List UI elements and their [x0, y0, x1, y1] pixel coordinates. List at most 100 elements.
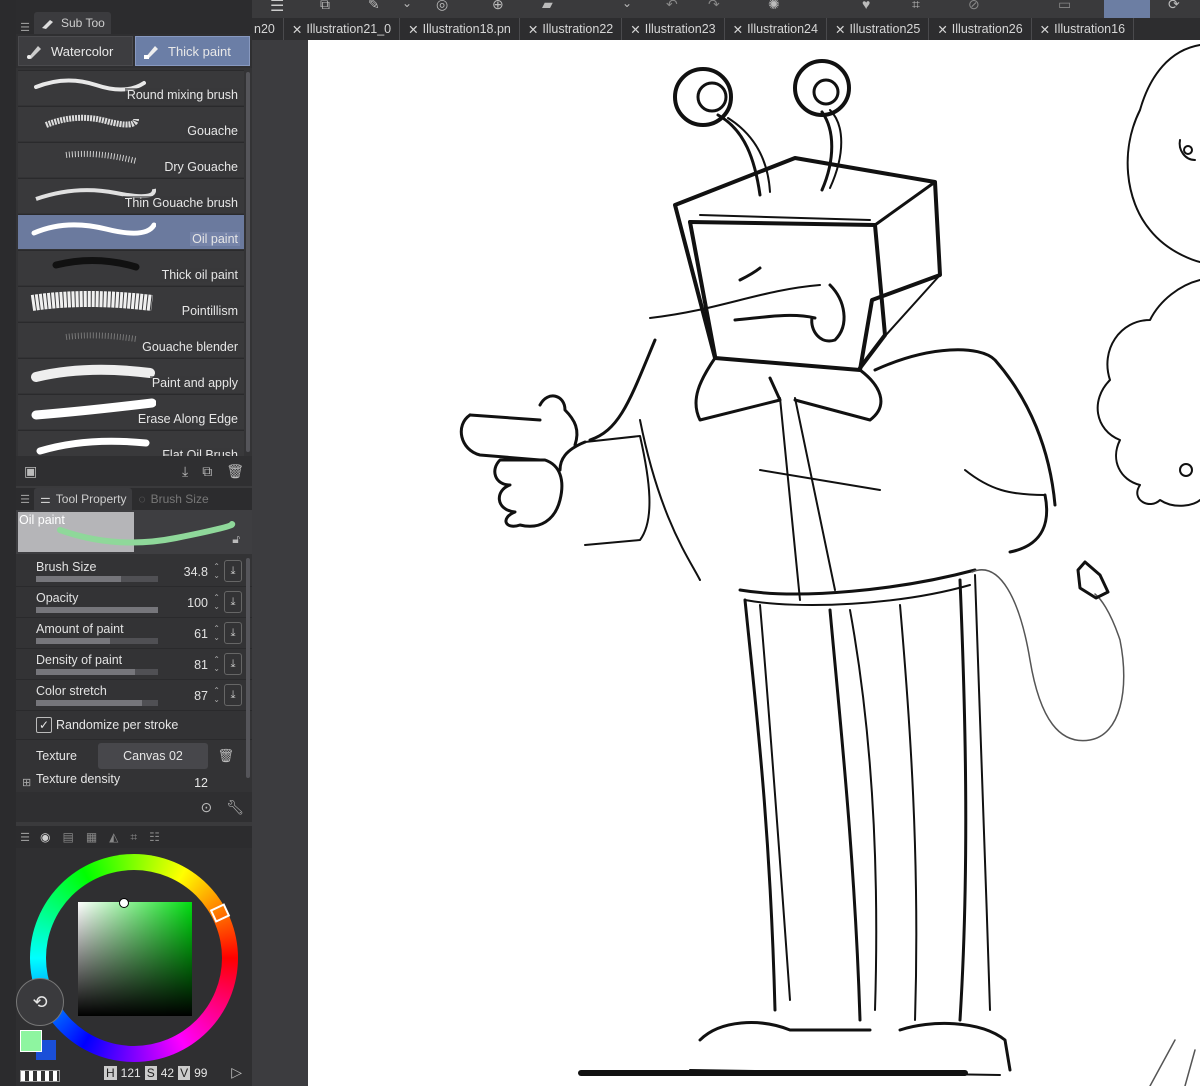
ruler-icon[interactable]: ⊘: [968, 0, 980, 13]
pressure-toggle-icon[interactable]: ⤓: [224, 653, 242, 675]
brush-item[interactable]: Gouache: [18, 106, 244, 141]
close-icon[interactable]: ✕: [292, 22, 302, 37]
close-icon[interactable]: ✕: [1040, 22, 1050, 37]
expand-icon[interactable]: ⊞: [22, 776, 31, 789]
brush-item-selected[interactable]: Oil paint: [18, 214, 244, 249]
property-value[interactable]: 87: [194, 689, 208, 703]
edit-icon[interactable]: ✎: [368, 0, 380, 13]
sub-tool-settings-icon[interactable]: ▣: [24, 463, 37, 480]
color-history-tab-icon[interactable]: ◭: [109, 830, 118, 844]
main-color-swatch[interactable]: [20, 1030, 42, 1052]
property-slider[interactable]: [36, 576, 158, 582]
document-tab[interactable]: ✕ Illustration18.pn: [400, 18, 520, 40]
category-thick-paint-button[interactable]: Thick paint: [135, 36, 250, 66]
tab-sub-tool[interactable]: Sub Too: [34, 12, 111, 34]
property-value[interactable]: 81: [194, 658, 208, 672]
drawing-canvas[interactable]: [308, 40, 1200, 1086]
tab-tool-property[interactable]: ⚌ Tool Property: [34, 488, 133, 510]
duplicate-icon[interactable]: ⧉: [202, 463, 212, 480]
heart-icon[interactable]: ♥: [862, 0, 870, 12]
brush-item[interactable]: Thin Gouache brush: [18, 178, 244, 213]
sv-picker-handle[interactable]: [119, 898, 129, 908]
property-slider[interactable]: [36, 700, 158, 706]
pressure-toggle-icon[interactable]: ⤓: [224, 684, 242, 706]
document-tab[interactable]: ✕ Illustration26: [929, 18, 1032, 40]
close-icon[interactable]: ✕: [408, 22, 418, 37]
brush-item[interactable]: Erase Along Edge: [18, 394, 244, 429]
add-layer-icon[interactable]: ⊕: [492, 0, 504, 13]
stepper-arrows-icon[interactable]: ⌃ ⌄: [213, 562, 220, 580]
document-tab[interactable]: ✕ Illustration24: [725, 18, 827, 40]
texture-trash-icon[interactable]: 🗑: [217, 748, 234, 764]
reset-icon[interactable]: ⊙: [200, 799, 212, 816]
snap-icon[interactable]: ▭: [1058, 0, 1071, 13]
saturation-value-square[interactable]: [78, 898, 192, 1016]
brush-item[interactable]: Thick oil paint: [18, 250, 244, 285]
texture-density-value[interactable]: 12: [194, 776, 208, 790]
close-icon[interactable]: ✕: [630, 22, 640, 37]
panel-menu-icon[interactable]: ☰: [16, 21, 34, 34]
menu-icon[interactable]: ☰: [270, 0, 284, 16]
selection-tool-button[interactable]: [1104, 0, 1150, 18]
property-slider[interactable]: [36, 669, 158, 675]
intermediate-color-tab-icon[interactable]: ⌗: [130, 830, 137, 845]
property-scrollbar[interactable]: [246, 558, 250, 778]
play-icon[interactable]: ▷: [231, 1064, 242, 1081]
trash-icon[interactable]: 🗑: [226, 463, 244, 480]
stepper-arrows-icon[interactable]: ⌃ ⌄: [213, 624, 220, 642]
lock-icon[interactable]: 🔓︎: [232, 532, 240, 547]
brush-item[interactable]: Pointillism: [18, 286, 244, 321]
panel-menu-icon[interactable]: ☰: [16, 831, 34, 844]
property-slider[interactable]: [36, 607, 158, 613]
stepper-arrows-icon[interactable]: ⌃ ⌄: [213, 655, 220, 673]
brush-item[interactable]: Paint and apply: [18, 358, 244, 393]
pressure-toggle-icon[interactable]: ⤓: [224, 560, 242, 582]
approx-color-tab-icon[interactable]: ☷: [149, 830, 160, 844]
color-wheel-tab-icon[interactable]: ◉: [40, 830, 50, 844]
pressure-toggle-icon[interactable]: ⤓: [224, 591, 242, 613]
chevron-down-icon-2[interactable]: ⌄: [622, 0, 632, 10]
brush-item[interactable]: Gouache blender: [18, 322, 244, 357]
property-value[interactable]: 34.8: [184, 565, 208, 579]
tab-brush-size[interactable]: ◌ Brush Size: [132, 488, 215, 510]
brush-list-scrollbar[interactable]: [246, 72, 250, 452]
texture-select[interactable]: Canvas 02: [98, 743, 208, 769]
save-icon[interactable]: ◎: [436, 0, 448, 13]
brush-item[interactable]: Dry Gouache: [18, 142, 244, 177]
close-icon[interactable]: ✕: [835, 22, 845, 37]
document-tab[interactable]: ✕ Illustration25: [827, 18, 930, 40]
brush-category-row: Watercolor Thick paint: [16, 34, 252, 68]
document-tab[interactable]: ✕ Illustration22: [520, 18, 623, 40]
brush-item[interactable]: Round mixing brush: [18, 70, 244, 105]
property-value[interactable]: 100: [187, 596, 208, 610]
transparent-color-swatch[interactable]: [20, 1070, 60, 1082]
close-icon[interactable]: ✕: [733, 22, 743, 37]
property-slider[interactable]: [36, 638, 158, 644]
transform-icon[interactable]: ⌗: [912, 0, 920, 13]
category-watercolor-button[interactable]: Watercolor: [18, 36, 133, 66]
new-icon[interactable]: ⧉: [320, 0, 330, 13]
rotate-icon[interactable]: ⟳: [1168, 0, 1180, 13]
redo-icon[interactable]: ↷: [708, 0, 720, 13]
document-tab[interactable]: n20: [252, 18, 284, 40]
document-tab[interactable]: ✕ Illustration16: [1032, 18, 1135, 40]
download-icon[interactable]: ⤓: [182, 463, 188, 480]
pressure-toggle-icon[interactable]: ⤓: [224, 622, 242, 644]
property-value[interactable]: 61: [194, 627, 208, 641]
panel-menu-icon[interactable]: ☰: [16, 493, 34, 506]
stepper-arrows-icon[interactable]: ⌃ ⌄: [213, 593, 220, 611]
stepper-arrows-icon[interactable]: ⌃ ⌄: [213, 686, 220, 704]
chevron-down-icon[interactable]: ⌄: [402, 0, 412, 10]
color-slider-tab-icon[interactable]: ▤: [62, 830, 73, 844]
color-set-tab-icon[interactable]: ▦: [86, 830, 97, 844]
wrench-icon[interactable]: 🔧︎: [226, 799, 244, 816]
swap-color-icon[interactable]: ⟲: [16, 978, 64, 1026]
close-icon[interactable]: ✕: [528, 22, 538, 37]
undo-icon[interactable]: ↶: [666, 0, 678, 13]
document-tab[interactable]: ✕ Illustration21_0: [284, 18, 401, 40]
randomize-checkbox[interactable]: ✓: [36, 717, 52, 733]
loading-icon[interactable]: ✺: [768, 0, 780, 13]
close-icon[interactable]: ✕: [937, 22, 947, 37]
document-tab[interactable]: ✕ Illustration23: [622, 18, 725, 40]
fill-icon[interactable]: ▰: [542, 0, 553, 13]
